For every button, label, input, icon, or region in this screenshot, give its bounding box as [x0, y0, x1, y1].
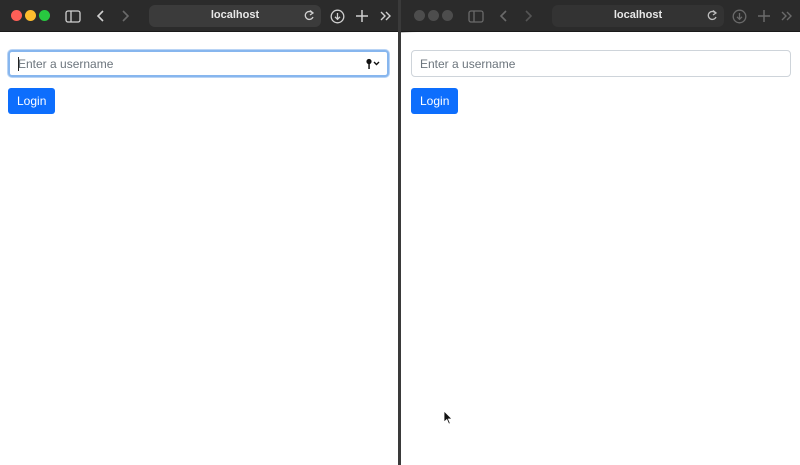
download-icon[interactable]: [327, 6, 347, 26]
username-input[interactable]: [18, 52, 361, 75]
login-button[interactable]: Login: [411, 88, 459, 114]
chevron-left-icon[interactable]: [494, 6, 514, 26]
text-caret: [18, 57, 19, 71]
reload-icon[interactable]: [303, 9, 315, 27]
browser-toolbar: localhost: [0, 0, 398, 32]
username-field[interactable]: [411, 50, 791, 77]
sidebar-icon[interactable]: [466, 6, 486, 26]
close-window-button[interactable]: [11, 10, 22, 21]
plus-icon[interactable]: [352, 6, 372, 26]
plus-icon[interactable]: [754, 6, 774, 26]
chevron-right-icon[interactable]: [518, 6, 538, 26]
reload-icon[interactable]: [706, 9, 718, 27]
url-text: localhost: [613, 9, 663, 21]
zoom-window-button[interactable]: [442, 10, 453, 21]
address-bar[interactable]: localhost: [149, 5, 321, 27]
double-chevron-icon[interactable]: [376, 6, 396, 26]
mouse-pointer-icon: [443, 410, 453, 430]
browser-toolbar: localhost: [401, 0, 800, 32]
browser-window-left: localhost Login: [0, 0, 398, 465]
close-window-button[interactable]: [414, 10, 425, 21]
username-field[interactable]: [8, 50, 389, 77]
chevron-left-icon[interactable]: [91, 6, 111, 26]
zoom-window-button[interactable]: [39, 10, 50, 21]
url-text: localhost: [210, 9, 260, 21]
minimize-window-button[interactable]: [25, 10, 36, 21]
sidebar-icon[interactable]: [63, 6, 83, 26]
chevron-right-icon[interactable]: [115, 6, 135, 26]
download-icon[interactable]: [729, 6, 749, 26]
browser-window-right: localhost Login: [401, 0, 800, 465]
login-button[interactable]: Login: [8, 88, 56, 114]
minimize-window-button[interactable]: [428, 10, 439, 21]
username-input[interactable]: [420, 51, 764, 76]
double-chevron-icon[interactable]: [777, 6, 797, 26]
page-content: Login: [0, 33, 398, 465]
address-bar[interactable]: localhost: [552, 5, 724, 27]
page-content: Login: [401, 33, 800, 465]
key-icon[interactable]: [365, 57, 381, 75]
